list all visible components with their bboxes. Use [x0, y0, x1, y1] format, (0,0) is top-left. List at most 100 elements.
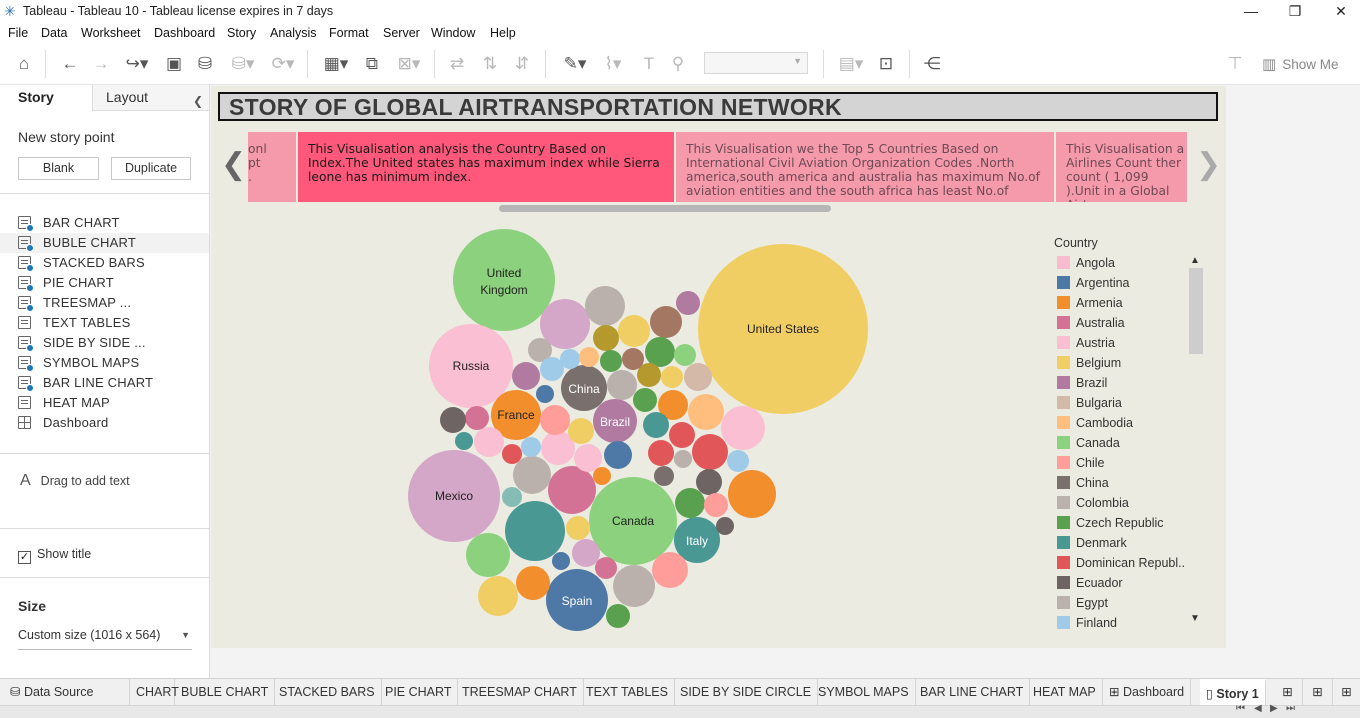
new-dashboard-tab-icon[interactable]: ⊞: [1303, 679, 1333, 706]
replay-icon[interactable]: ↪▾: [120, 54, 154, 74]
size-dropdown[interactable]: Custom size (1016 x 564) ▼: [18, 628, 192, 650]
legend-item[interactable]: Belgium: [1057, 354, 1185, 374]
bubble[interactable]: [572, 539, 600, 567]
bubble[interactable]: [588, 461, 590, 463]
bubble[interactable]: [721, 406, 765, 450]
bubble[interactable]: [474, 427, 504, 457]
collapse-panel-icon[interactable]: ❮: [193, 89, 203, 114]
redo-icon[interactable]: →: [90, 54, 112, 74]
tab-sheet[interactable]: TREESMAP CHART: [456, 679, 584, 706]
restore-button[interactable]: ❐: [1272, 1, 1318, 21]
bubble[interactable]: [521, 437, 541, 457]
bubble[interactable]: [593, 467, 611, 485]
bubble[interactable]: [516, 566, 550, 600]
legend-item[interactable]: Chile: [1057, 454, 1185, 474]
bubble[interactable]: [685, 355, 687, 357]
scroll-down-icon[interactable]: ▼: [1190, 613, 1200, 624]
navigator-scrollbar[interactable]: [499, 205, 831, 212]
fix-axes-icon[interactable]: ⚲: [667, 54, 689, 74]
legend-item[interactable]: Czech Republic: [1057, 514, 1185, 534]
show-title-checkbox[interactable]: ✓ Show title: [18, 547, 91, 564]
bubble[interactable]: [696, 469, 722, 495]
bubble[interactable]: [478, 576, 518, 616]
story-caption-active[interactable]: This Visualisation analysis the Country …: [298, 132, 674, 202]
sheet-item[interactable]: Dashboard: [0, 413, 209, 433]
bubble[interactable]: [595, 557, 617, 579]
sheet-item[interactable]: BAR LINE CHART: [0, 373, 209, 393]
bubble[interactable]: [574, 444, 602, 472]
bubble[interactable]: [643, 412, 669, 438]
bubble[interactable]: [652, 552, 688, 588]
new-datasource-icon[interactable]: ⛁: [194, 54, 216, 74]
menu-story[interactable]: Story: [227, 26, 256, 40]
menu-analysis[interactable]: Analysis: [270, 26, 317, 40]
bubble[interactable]: [613, 565, 655, 607]
sheet-item[interactable]: PIE CHART: [0, 273, 209, 293]
bubble[interactable]: [648, 440, 674, 466]
bubble[interactable]: [512, 362, 540, 390]
bubble[interactable]: [674, 344, 696, 366]
legend-item[interactable]: Finland: [1057, 614, 1185, 634]
bubble[interactable]: [661, 366, 683, 388]
sheet-item[interactable]: BAR CHART: [0, 213, 209, 233]
legend-item[interactable]: Bulgaria: [1057, 394, 1185, 414]
legend-item[interactable]: Brazil: [1057, 374, 1185, 394]
share-icon[interactable]: ⋲: [921, 54, 943, 74]
legend-item[interactable]: Armenia: [1057, 294, 1185, 314]
legend-item[interactable]: Canada: [1057, 434, 1185, 454]
sheet-item[interactable]: TEXT TABLES: [0, 313, 209, 333]
save-icon[interactable]: ▣: [163, 54, 185, 74]
bubble[interactable]: [622, 348, 644, 370]
bubble[interactable]: [557, 447, 559, 449]
tab-data-source[interactable]: ⛁ Data Source: [4, 679, 130, 706]
bubble[interactable]: [618, 315, 650, 347]
sheet-item[interactable]: SYMBOL MAPS: [0, 353, 209, 373]
bubble[interactable]: [688, 394, 724, 430]
sheet-item[interactable]: HEAT MAP: [0, 393, 209, 413]
bubble[interactable]: [606, 604, 630, 628]
sheet-item[interactable]: STACKED BARS: [0, 253, 209, 273]
tab-layout[interactable]: Layout ❮: [92, 85, 209, 111]
menu-format[interactable]: Format: [329, 26, 369, 40]
new-worksheet-tab-icon[interactable]: ⊞: [1273, 679, 1303, 706]
bubble[interactable]: [728, 470, 776, 518]
bubble[interactable]: [607, 370, 637, 400]
menu-dashboard[interactable]: Dashboard: [154, 26, 215, 40]
bubble[interactable]: [684, 363, 712, 391]
menu-file[interactable]: File: [8, 26, 28, 40]
bubble[interactable]: [645, 337, 675, 367]
legend-item[interactable]: Colombia: [1057, 494, 1185, 514]
bubble[interactable]: [466, 533, 510, 577]
story-caption[interactable]: This Visualisation a Airlines Count ther…: [1056, 132, 1187, 202]
bubble[interactable]: [560, 349, 580, 369]
duplicate-button[interactable]: Duplicate: [111, 157, 191, 180]
bubble[interactable]: [654, 466, 674, 486]
previous-story-point-icon[interactable]: ❮: [221, 148, 246, 182]
bubble[interactable]: [579, 347, 599, 367]
tab-sheet[interactable]: TEXT TABLES: [580, 679, 675, 706]
sort-ascending-icon[interactable]: ⇅: [479, 54, 501, 74]
duplicate-sheet-icon[interactable]: ⧉: [361, 54, 383, 74]
last-sheet-icon[interactable]: ⏭: [1286, 703, 1295, 714]
pause-updates-icon[interactable]: ⛁▾: [226, 54, 260, 74]
bubble[interactable]: [455, 432, 473, 450]
bubble[interactable]: [552, 552, 570, 570]
bubble[interactable]: [440, 407, 466, 433]
sheet-item[interactable]: BUBLE CHART: [0, 233, 209, 253]
bubble[interactable]: [540, 405, 570, 435]
sheet-item[interactable]: TREESMAP ...: [0, 293, 209, 313]
bubble[interactable]: [692, 434, 728, 470]
tab-sheet[interactable]: STACKED BARS: [273, 679, 382, 706]
highlight-icon[interactable]: ✎▾: [558, 54, 592, 74]
story-caption[interactable]: This Visualisation we the Top 5 Countrie…: [676, 132, 1054, 202]
next-story-point-icon[interactable]: ❯: [1196, 148, 1221, 182]
bubble[interactable]: [536, 385, 554, 403]
menu-worksheet[interactable]: Worksheet: [81, 26, 141, 40]
minimize-button[interactable]: —: [1228, 1, 1274, 21]
tab-sheet[interactable]: BUBLE CHART: [175, 679, 276, 706]
tab-sheet[interactable]: PIE CHART: [379, 679, 459, 706]
tab-sheet[interactable]: SYMBOL MAPS: [812, 679, 916, 706]
bubble[interactable]: [566, 516, 590, 540]
sheet-item[interactable]: SIDE BY SIDE ...: [0, 333, 209, 353]
bubble[interactable]: [548, 466, 596, 514]
